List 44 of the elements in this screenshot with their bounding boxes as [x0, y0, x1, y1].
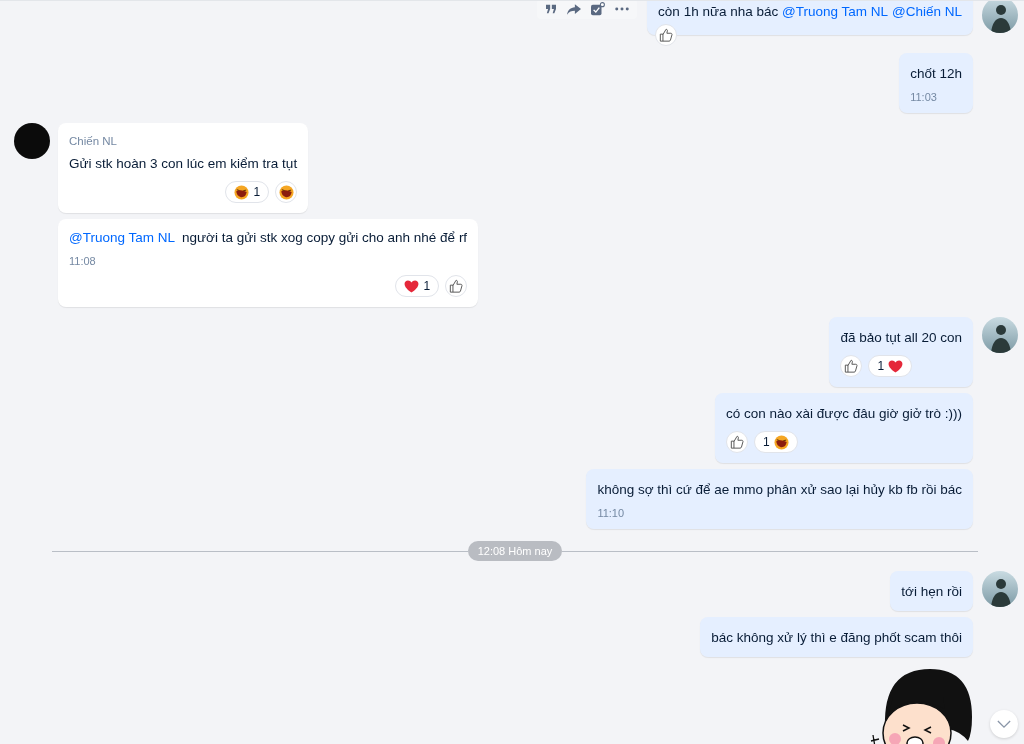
chevron-down-icon	[997, 719, 1011, 729]
message-text: còn 1h nữa nha bác @Truong Tam NL @Chiến NL	[658, 3, 962, 21]
more-icon[interactable]	[615, 7, 630, 11]
reaction-button[interactable]: 1	[225, 181, 270, 203]
laughing-emoji-icon	[234, 184, 250, 200]
laughing-emoji-icon	[773, 434, 789, 450]
avatar[interactable]	[982, 571, 1018, 607]
avatar[interactable]	[982, 1, 1018, 33]
thumbs-up-icon	[844, 359, 859, 373]
avatar[interactable]	[982, 317, 1018, 353]
sender-name: Chiến NL	[69, 135, 118, 147]
reaction-button[interactable]: 1	[868, 355, 913, 377]
message-text: không sợ thì cứ để ae mmo phân xử sao lại hủy kb fb rồi bác	[597, 481, 962, 499]
reaction-button[interactable]	[726, 431, 749, 453]
quote-icon[interactable]	[545, 4, 558, 14]
mention-link[interactable]: @Chiến NL	[892, 4, 962, 19]
message-text: @Truong Tam NL người ta gửi stk xog copy gửi cho anh nhé để rf	[69, 229, 468, 247]
mention-link[interactable]: @Truong Tam NL	[69, 230, 175, 245]
heart-icon	[404, 279, 420, 293]
avatar[interactable]	[14, 123, 50, 159]
reaction-button[interactable]: 1	[754, 431, 798, 453]
message-text: đã bảo tụt all 20 con	[840, 329, 962, 347]
reaction-button[interactable]	[445, 275, 468, 297]
message-text: chốt 12h	[910, 65, 962, 83]
thumbs-up-icon	[659, 28, 674, 42]
forward-icon[interactable]	[567, 3, 582, 15]
message-time: 11:10	[597, 507, 626, 519]
message-text: có con nào xài được đâu giờ giở trò :)))	[726, 405, 962, 423]
heart-icon	[888, 359, 904, 373]
reaction-button[interactable]	[655, 24, 678, 46]
thumbs-up-icon	[449, 279, 464, 293]
mention-link[interactable]: @Truong Tam NL	[782, 4, 888, 19]
message-time: 11:03	[910, 91, 938, 103]
message-text: bác không xử lý thì e đăng phốt scam thôi	[711, 629, 962, 647]
date-divider-label: 12:08 Hôm nay	[467, 541, 563, 561]
reaction-button[interactable]	[840, 355, 863, 377]
thumbs-up-icon	[730, 435, 745, 449]
message-text: tới hẹn rồi	[901, 583, 962, 601]
reaction-button[interactable]: 1	[395, 275, 440, 297]
reaction-button[interactable]	[275, 181, 298, 203]
message-time: 11:08	[69, 255, 97, 267]
laughing-emoji-icon	[278, 184, 294, 200]
message-text: Gửi stk hoàn 3 con lúc em kiểm tra tụt	[69, 155, 298, 173]
task-icon[interactable]	[591, 2, 606, 16]
